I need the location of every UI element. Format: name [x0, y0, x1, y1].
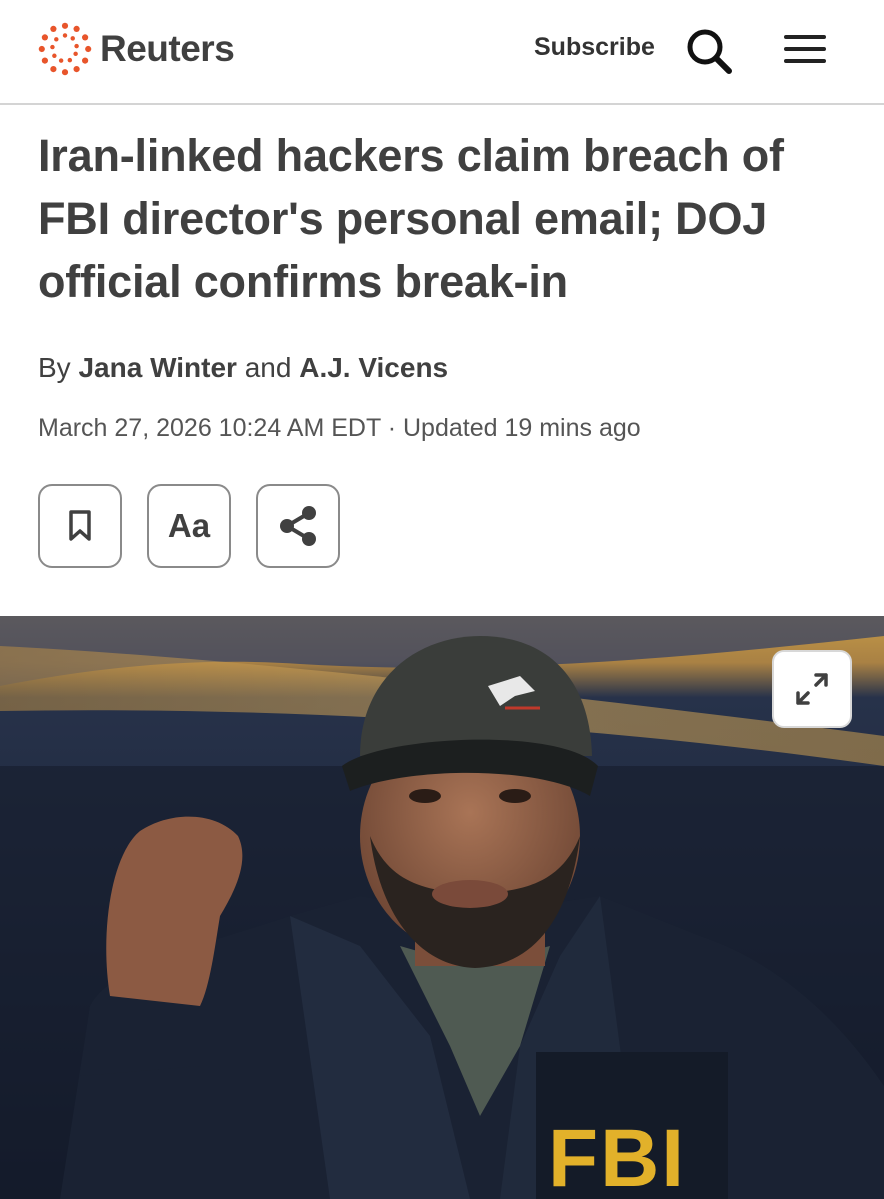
bookmark-button[interactable]: [38, 484, 122, 568]
article-photo[interactable]: FBI: [0, 616, 884, 1199]
share-icon: [280, 506, 316, 546]
subscribe-link[interactable]: Subscribe: [534, 33, 655, 62]
byline-prefix: By: [38, 352, 71, 383]
reuters-logo[interactable]: Reuters: [36, 20, 235, 78]
author-link-2[interactable]: A.J. Vicens: [299, 352, 448, 383]
site-header: Reuters Subscribe: [0, 0, 884, 105]
share-button[interactable]: [256, 484, 340, 568]
expand-image-button[interactable]: [772, 650, 852, 728]
dateline: March 27, 2026 10:24 AM EDT · Updated 19…: [38, 414, 641, 442]
brand-name: Reuters: [100, 28, 235, 69]
expand-icon: [796, 673, 828, 705]
search-icon[interactable]: [684, 26, 734, 76]
reuters-logo-icon: [38, 22, 92, 76]
byline-conjunction: and: [244, 352, 292, 383]
article-headline: Iran-linked hackers claim breach of FBI …: [38, 130, 784, 307]
author-link-1[interactable]: Jana Winter: [78, 352, 236, 383]
jacket-fbi-text: FBI: [548, 1113, 687, 1199]
photo-scene: [0, 616, 884, 1199]
text-size-label: Aa: [167, 507, 211, 544]
text-size-button[interactable]: Aa: [147, 484, 231, 568]
menu-icon[interactable]: [784, 32, 826, 66]
article-tools: Aa: [38, 484, 340, 568]
byline: By Jana Winter and A.J. Vicens: [38, 352, 448, 384]
bookmark-icon: [69, 510, 91, 541]
